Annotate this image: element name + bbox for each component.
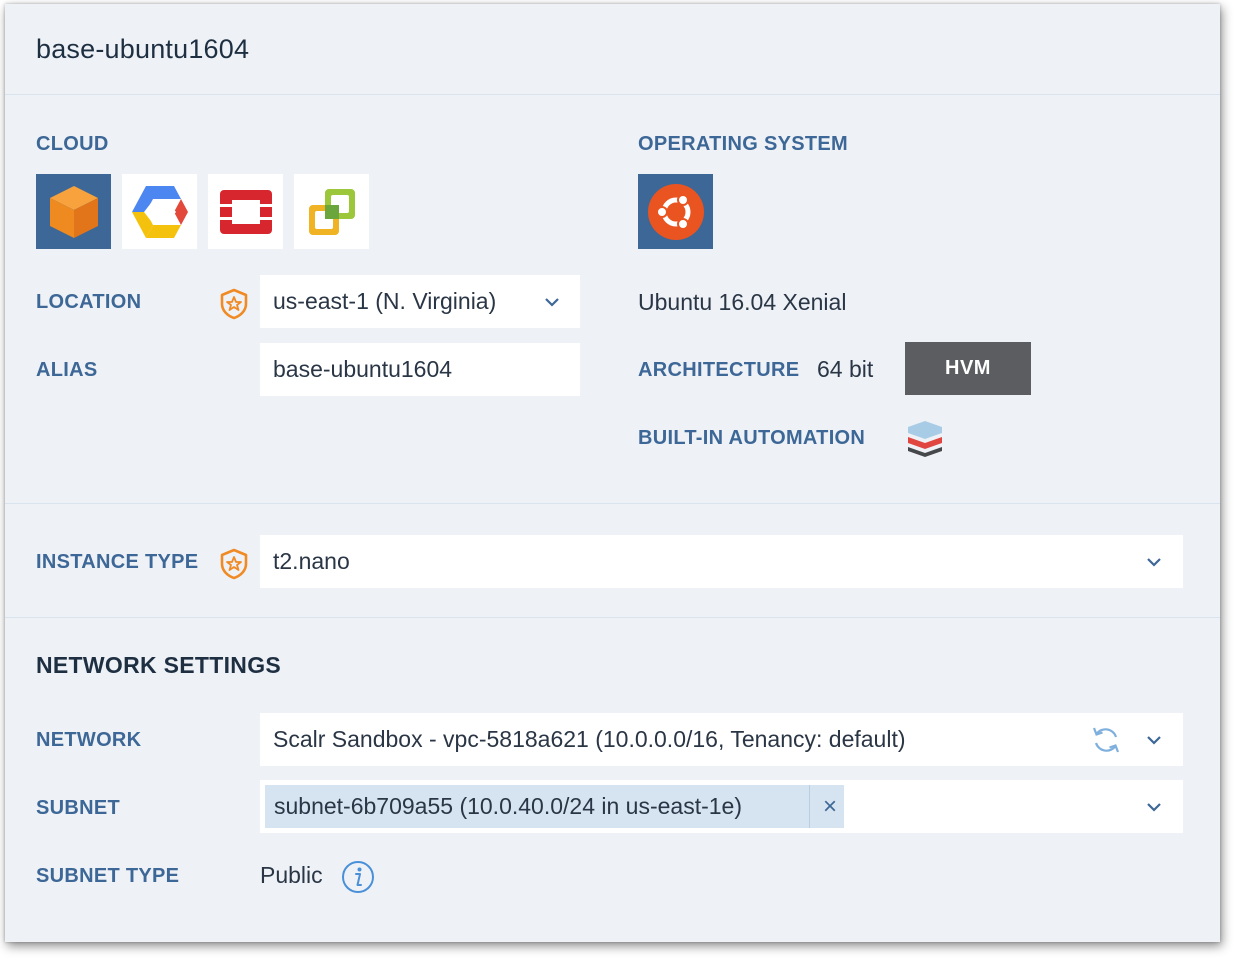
governance-shield-icon[interactable]	[217, 547, 251, 581]
location-value: us-east-1 (N. Virginia)	[273, 288, 497, 314]
architecture-label: ARCHITECTURE	[638, 359, 800, 381]
subnet-type-label: SUBNET TYPE	[36, 865, 180, 887]
vmware-icon	[308, 188, 355, 235]
subnet-label: SUBNET	[36, 797, 121, 819]
instance-type-select[interactable]: t2.nano	[260, 535, 1183, 588]
alias-label: ALIAS	[36, 359, 98, 381]
cloud-option-openstack[interactable]	[208, 174, 283, 249]
openstack-icon	[219, 189, 272, 234]
virtualization-badge: HVM	[905, 342, 1031, 395]
ubuntu-icon	[647, 183, 704, 240]
tag-separator	[809, 785, 810, 828]
chevron-down-icon	[1147, 558, 1161, 567]
farm-role-panel: base-ubuntu1604 CLOUD LOCATION us-east-1…	[5, 4, 1220, 942]
info-icon[interactable]	[341, 860, 375, 894]
alias-value: base-ubuntu1604	[273, 356, 453, 382]
chevron-down-icon	[1147, 736, 1161, 745]
scalr-agent-icon	[908, 421, 942, 457]
governance-shield-icon[interactable]	[217, 287, 251, 321]
refresh-icon[interactable]	[1090, 724, 1122, 756]
network-settings-title: NETWORK SETTINGS	[36, 652, 282, 678]
subnet-type-value: Public	[260, 862, 323, 888]
cloud-option-aws[interactable]	[36, 174, 111, 249]
operating-system-label: OPERATING SYSTEM	[638, 133, 849, 155]
subnet-tag: subnet-6b709a55 (10.0.40.0/24 in us-east…	[265, 785, 844, 828]
architecture-value: 64 bit	[817, 356, 874, 382]
os-name: Ubuntu 16.04 Xenial	[638, 289, 847, 315]
page-title: base-ubuntu1604	[36, 34, 250, 64]
google-cloud-icon	[131, 185, 188, 238]
aws-icon	[49, 185, 98, 238]
os-option-ubuntu[interactable]	[638, 174, 713, 249]
location-label: LOCATION	[36, 291, 142, 313]
section-divider	[5, 617, 1220, 618]
cloud-option-vmware[interactable]	[294, 174, 369, 249]
chevron-down-icon	[1147, 803, 1161, 812]
header-divider	[5, 94, 1220, 95]
remove-subnet-icon[interactable]: ×	[816, 785, 844, 828]
cloud-option-google[interactable]	[122, 174, 197, 249]
alias-input[interactable]: base-ubuntu1604	[260, 343, 580, 396]
subnet-tag-label: subnet-6b709a55 (10.0.40.0/24 in us-east…	[274, 793, 742, 819]
built-in-automation-label: BUILT-IN AUTOMATION	[638, 427, 866, 449]
network-select[interactable]: Scalr Sandbox - vpc-5818a621 (10.0.0.0/1…	[260, 713, 1183, 766]
section-divider	[5, 503, 1220, 504]
instance-type-label: INSTANCE TYPE	[36, 551, 199, 573]
instance-type-value: t2.nano	[273, 548, 350, 574]
network-label: NETWORK	[36, 729, 142, 751]
location-select[interactable]: us-east-1 (N. Virginia)	[260, 275, 580, 328]
chevron-down-icon	[545, 298, 559, 307]
network-value: Scalr Sandbox - vpc-5818a621 (10.0.0.0/1…	[273, 726, 906, 752]
cloud-label: CLOUD	[36, 133, 109, 155]
